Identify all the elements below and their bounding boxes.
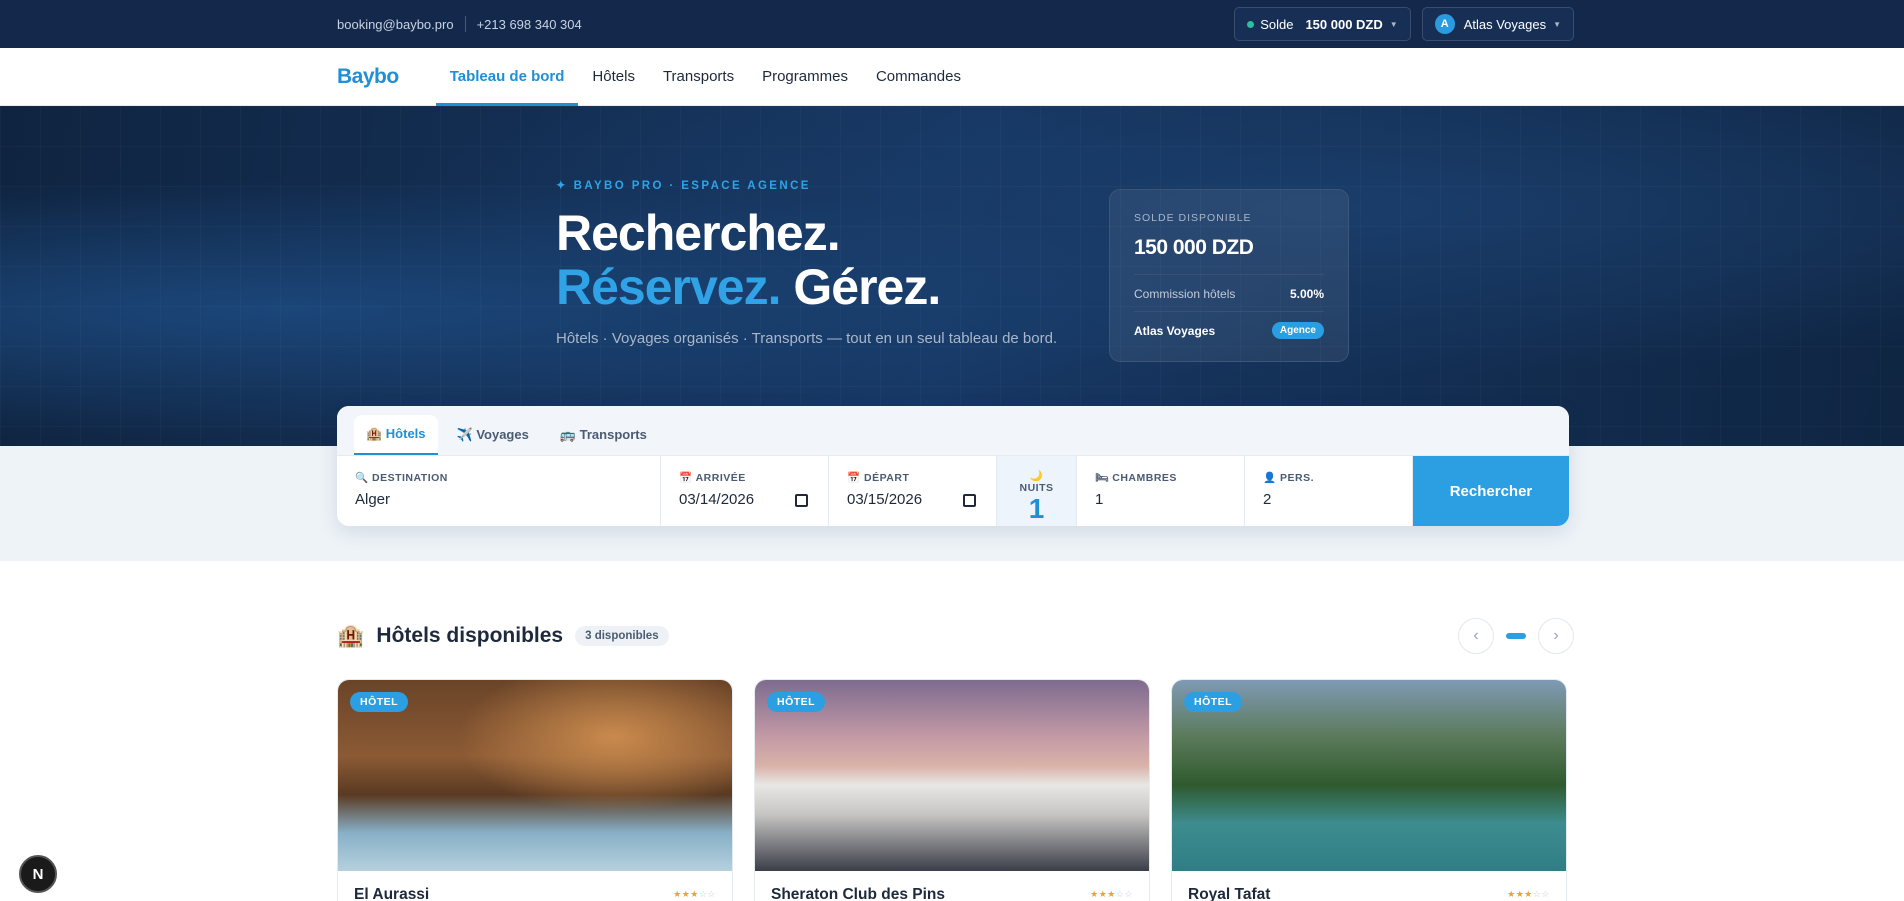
contact-info: booking@baybo.pro +213 698 340 304: [337, 16, 582, 32]
carousel-indicator[interactable]: [1506, 633, 1526, 639]
hero-eyebrow: ✦ BAYBO PRO · ESPACE AGENCE: [556, 180, 811, 192]
nav-item-dashboard[interactable]: Tableau de bord: [435, 48, 579, 106]
arrival-label: 📅 ARRIVÉE: [679, 472, 746, 484]
status-dot: [1247, 20, 1255, 28]
departure-label: 📅 DÉPART: [847, 472, 910, 484]
destination-field[interactable]: 🔍 DESTINATION Alger: [337, 456, 661, 526]
tab-voyages[interactable]: ✈️ Voyages: [445, 415, 541, 455]
agency-row: Atlas Voyages Agence: [1134, 322, 1324, 339]
carousel-controls: ‹ ›: [1458, 618, 1574, 654]
star-rating: ★★★☆☆: [673, 889, 716, 899]
persons-field[interactable]: 👤 PERS. 2: [1245, 456, 1413, 526]
departure-input[interactable]: 03/15/2026: [847, 491, 978, 508]
tab-hotels[interactable]: 🏨 Hôtels: [354, 415, 438, 455]
commission-row: Commission hôtels 5.00%: [1134, 287, 1324, 301]
calendar-icon[interactable]: [963, 494, 976, 507]
destination-input[interactable]: Alger: [355, 491, 642, 508]
hero-title-rest: Gérez.: [780, 259, 941, 315]
hero: ✦ BAYBO PRO · ESPACE AGENCE Recherchez. …: [0, 106, 1904, 446]
logo[interactable]: Baybo: [337, 65, 399, 89]
balance-value: 150 000 DZD: [1305, 16, 1383, 32]
hotel-tag: HÔTEL: [1184, 692, 1243, 712]
contact-phone[interactable]: +213 698 340 304: [477, 17, 582, 32]
search-fields: 🔍 DESTINATION Alger 📅 ARRIVÉE 03/14/2026…: [337, 456, 1569, 526]
hotel-name: Sheraton Club des Pins: [771, 886, 945, 901]
nights-value: 1: [1028, 493, 1045, 524]
nextjs-devtools-button[interactable]: N: [19, 855, 57, 893]
search-panel: 🏨 Hôtels ✈️ Voyages 🚌 Transports 🔍 DESTI…: [337, 406, 1569, 526]
hotel-tag: HÔTEL: [350, 692, 409, 712]
hotel-tag: HÔTEL: [767, 692, 826, 712]
departure-field[interactable]: 📅 DÉPART 03/15/2026: [829, 456, 997, 526]
balance-card-amount: 150 000 DZD: [1134, 236, 1254, 259]
hero-title-highlight: Réservez.: [556, 259, 781, 315]
section-title: Hôtels disponibles: [376, 624, 564, 647]
balance-card: SOLDE DISPONIBLE 150 000 DZD Commission …: [1109, 189, 1349, 362]
nav-item-programmes[interactable]: Programmes: [748, 48, 862, 106]
balance-label: Solde: [1260, 16, 1294, 32]
search-button[interactable]: Rechercher: [1413, 456, 1569, 526]
hotel-image: HÔTEL: [1172, 680, 1566, 871]
nav-item-commandes[interactable]: Commandes: [862, 48, 975, 106]
hotel-name: El Aurassi: [354, 886, 430, 901]
agency-name: Atlas Voyages: [1463, 16, 1547, 32]
destination-label: 🔍 DESTINATION: [355, 472, 448, 484]
arrival-input[interactable]: 03/14/2026: [679, 491, 810, 508]
section-header: 🏨 Hôtels disponibles 3 disponibles ‹ ›: [337, 616, 1574, 656]
chevron-down-icon: ▼: [1389, 19, 1398, 29]
hero-subtitle: Hôtels · Voyages organisés · Transports …: [556, 330, 1058, 347]
avatar: A: [1434, 14, 1455, 34]
count-badge: 3 disponibles: [575, 626, 669, 646]
commission-label: Commission hôtels: [1134, 287, 1236, 301]
rooms-field[interactable]: 🛏 CHAMBRES 1: [1077, 456, 1245, 526]
hero-title: Recherchez. Réservez. Gérez.: [556, 205, 941, 315]
persons-input[interactable]: 2: [1263, 491, 1394, 508]
hotel-card[interactable]: HÔTEL Royal Tafat ★★★☆☆: [1171, 679, 1567, 901]
nav-item-hotels[interactable]: Hôtels: [578, 48, 649, 106]
balance-dropdown[interactable]: Solde 150 000 DZD ▼: [1234, 7, 1411, 41]
tab-transports[interactable]: 🚌 Transports: [548, 415, 659, 455]
nav-item-transports[interactable]: Transports: [649, 48, 748, 106]
hotel-card[interactable]: HÔTEL El Aurassi ★★★☆☆: [337, 679, 733, 901]
persons-label: 👤 PERS.: [1263, 472, 1315, 484]
chevron-right-icon[interactable]: ›: [1538, 618, 1574, 654]
search-section: 🏨 Hôtels ✈️ Voyages 🚌 Transports 🔍 DESTI…: [0, 406, 1904, 561]
rooms-label: 🛏 CHAMBRES: [1095, 472, 1177, 484]
hotel-name: Royal Tafat: [1188, 886, 1271, 901]
chevron-left-icon[interactable]: ‹: [1458, 618, 1494, 654]
rooms-input[interactable]: 1: [1095, 491, 1226, 508]
agency-dropdown[interactable]: A Atlas Voyages ▼: [1421, 7, 1574, 41]
arrival-field[interactable]: 📅 ARRIVÉE 03/14/2026: [661, 456, 829, 526]
nights-label: 🌙 NUITS: [1019, 470, 1054, 494]
star-rating: ★★★☆☆: [1090, 889, 1133, 899]
hotel-card[interactable]: HÔTEL Sheraton Club des Pins ★★★☆☆: [754, 679, 1150, 901]
chevron-down-icon: ▼: [1553, 19, 1561, 29]
divider: [1134, 311, 1324, 312]
agency-badge: Agence: [1271, 322, 1324, 339]
hotels-section: 🏨 Hôtels disponibles 3 disponibles ‹ › H…: [0, 616, 1904, 901]
main-nav: Baybo Tableau de bord Hôtels Transports …: [0, 48, 1904, 106]
calendar-icon[interactable]: [795, 494, 808, 507]
commission-value: 5.00%: [1289, 287, 1324, 301]
hotel-cards: HÔTEL El Aurassi ★★★☆☆ HÔTEL Sheraton Cl…: [337, 679, 1574, 901]
top-bar: booking@baybo.pro +213 698 340 304 Solde…: [0, 0, 1904, 48]
search-tabs: 🏨 Hôtels ✈️ Voyages 🚌 Transports: [337, 406, 1569, 456]
divider: [464, 16, 466, 32]
agency-name: Atlas Voyages: [1134, 323, 1216, 338]
hotel-icon: 🏨: [337, 623, 365, 648]
hero-title-line1: Recherchez.: [556, 205, 841, 261]
balance-card-label: SOLDE DISPONIBLE: [1134, 212, 1252, 224]
star-rating: ★★★☆☆: [1507, 889, 1550, 899]
hotel-image: HÔTEL: [755, 680, 1149, 871]
hotel-image: HÔTEL: [338, 680, 732, 871]
nights-field: 🌙 NUITS 1: [997, 456, 1077, 526]
divider: [1134, 274, 1324, 275]
contact-email[interactable]: booking@baybo.pro: [337, 17, 454, 32]
